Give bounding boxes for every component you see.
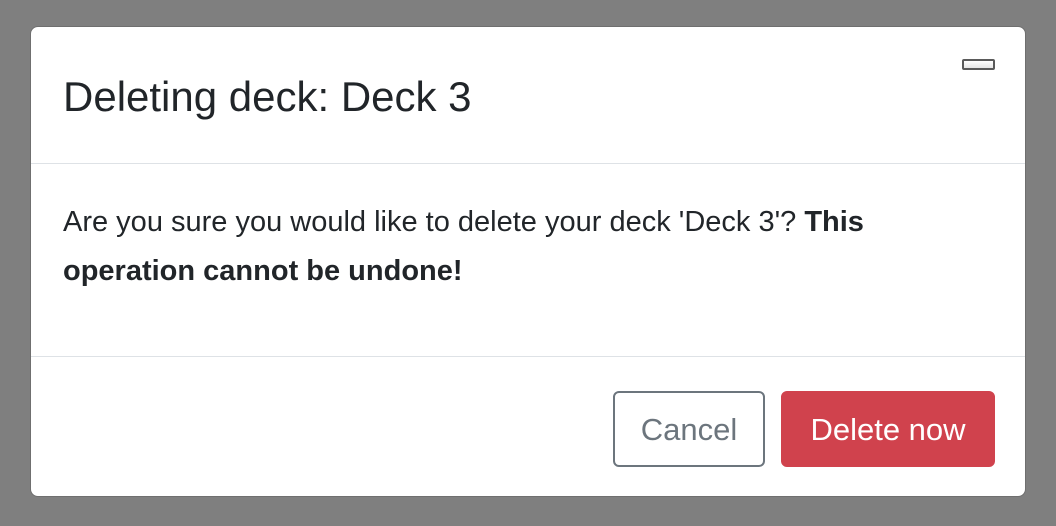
dialog-body: Are you sure you would like to delete yo… [31, 164, 1025, 357]
delete-now-button[interactable]: Delete now [781, 391, 995, 467]
delete-deck-dialog: Deleting deck: Deck 3 Are you sure you w… [30, 26, 1026, 497]
dialog-message: Are you sure you would like to delete yo… [63, 198, 983, 296]
close-icon [962, 59, 995, 70]
confirmation-text: Are you sure you would like to delete yo… [63, 206, 805, 238]
cancel-button[interactable]: Cancel [613, 391, 765, 467]
dialog-title: Deleting deck: Deck 3 [63, 73, 472, 120]
dialog-footer: Cancel Delete now [31, 357, 1025, 496]
close-button[interactable] [962, 58, 995, 71]
dialog-header: Deleting deck: Deck 3 [31, 27, 1025, 164]
